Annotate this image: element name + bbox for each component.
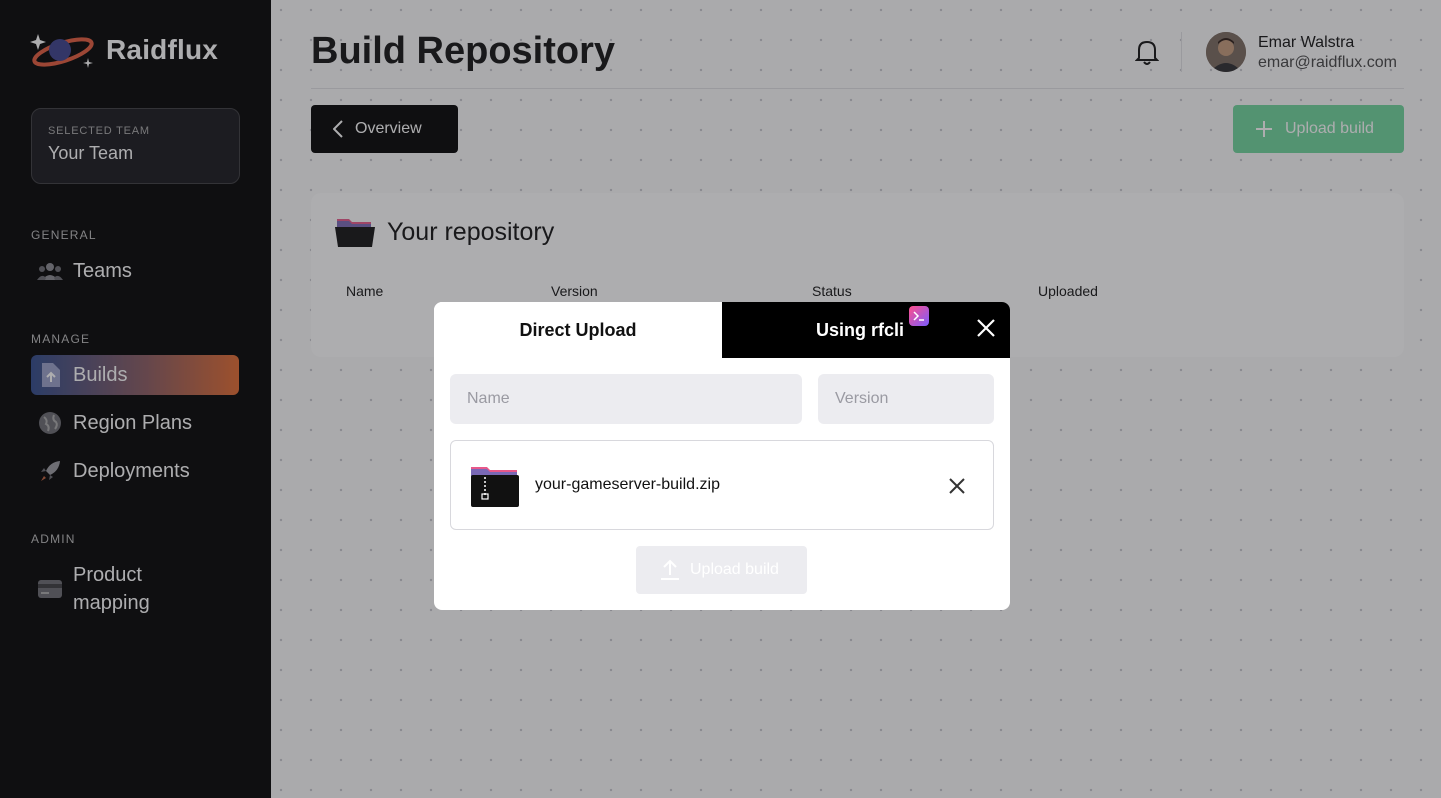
build-name-input[interactable] — [450, 374, 802, 424]
modal-upload-build-button[interactable]: Upload build — [636, 546, 807, 594]
upload-icon — [661, 559, 679, 580]
close-modal-button[interactable] — [974, 316, 998, 340]
remove-file-button[interactable] — [945, 474, 969, 498]
tab-using-rfcli[interactable]: Using rfcli — [722, 302, 1010, 358]
build-version-input[interactable] — [818, 374, 994, 424]
file-name: your-gameserver-build.zip — [535, 476, 720, 493]
terminal-icon — [909, 305, 929, 326]
close-icon — [977, 319, 995, 337]
upload-build-modal: Direct Upload Using rfcli your-gameserve… — [434, 302, 1010, 610]
selected-file-item: your-gameserver-build.zip — [450, 440, 994, 530]
close-icon — [949, 478, 965, 494]
tab-direct-upload[interactable]: Direct Upload — [434, 302, 722, 358]
tab-using-rfcli-label: Using rfcli — [815, 319, 904, 340]
tab-direct-upload-label: Direct Upload — [519, 319, 637, 340]
modal-upload-build-label: Upload build — [690, 561, 779, 578]
zip-file-icon — [471, 465, 519, 512]
